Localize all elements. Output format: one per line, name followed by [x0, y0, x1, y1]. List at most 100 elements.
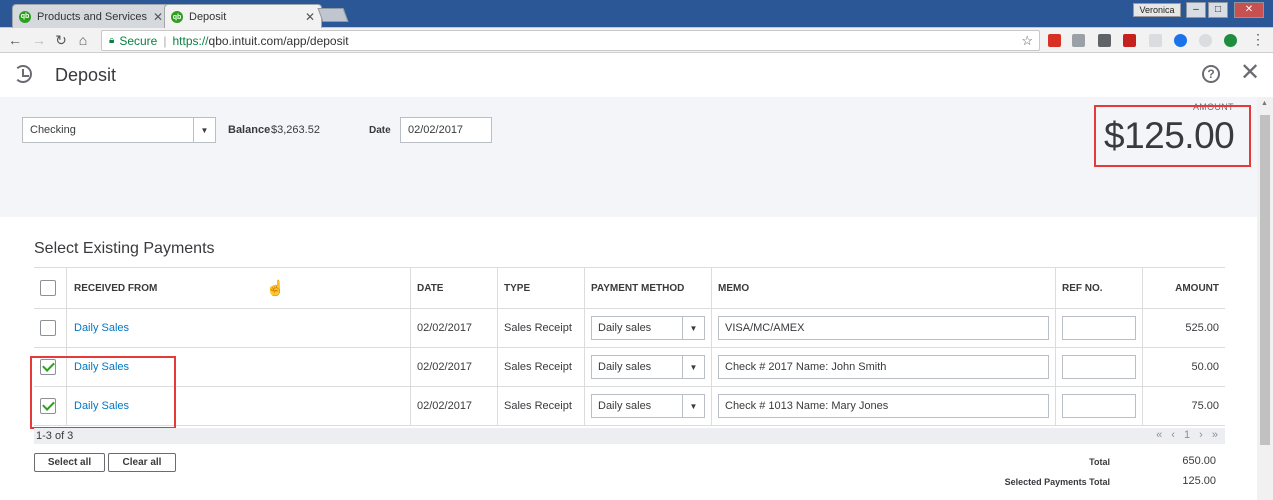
deposit-header-panel: Checking ▼ Balance $3,263.52 Date 02/02/… — [0, 97, 1257, 217]
pager-count: 1-3 of 3 — [36, 430, 74, 442]
col-amount: AMOUNT — [1175, 282, 1219, 294]
table-row: Daily Sales 02/02/2017 Sales Receipt Dai… — [34, 348, 1225, 387]
table-pager: 1-3 of 3 « ‹ 1 › » — [34, 428, 1225, 444]
table-header-row: RECEIVED FROM DATE TYPE PAYMENT METHOD M… — [34, 267, 1225, 309]
table-row: Daily Sales 02/02/2017 Sales Receipt Dai… — [34, 387, 1225, 426]
payment-method-select[interactable]: Daily sales ▼ — [591, 355, 705, 379]
row-date: 02/02/2017 — [417, 400, 473, 412]
menu-icon[interactable]: ⋮ — [1250, 31, 1266, 48]
chevron-down-icon[interactable]: ▼ — [193, 118, 215, 142]
memo-input[interactable]: VISA/MC/AMEX — [718, 316, 1049, 340]
ref-no-input[interactable] — [1062, 394, 1136, 418]
extension-icon[interactable] — [1072, 34, 1085, 47]
secure-label: Secure — [119, 33, 158, 48]
payment-method-select[interactable]: Daily sales ▼ — [591, 316, 705, 340]
url-path: qbo.intuit.com/app/deposit — [208, 33, 349, 48]
row-date: 02/02/2017 — [417, 361, 473, 373]
row-checkbox[interactable] — [40, 320, 56, 336]
scroll-up-icon[interactable]: ▲ — [1261, 100, 1268, 107]
tab-deposit[interactable]: qb Deposit ✕ — [164, 4, 322, 29]
payment-method-value: Daily sales — [598, 361, 652, 373]
scroll-thumb[interactable] — [1260, 115, 1270, 445]
forward-icon[interactable]: → — [31, 32, 47, 48]
received-from-link[interactable]: Daily Sales — [67, 309, 410, 347]
col-ref-no: REF NO. — [1062, 282, 1103, 294]
home-icon[interactable]: ⌂ — [75, 32, 91, 48]
payment-method-select[interactable]: Daily sales ▼ — [591, 394, 705, 418]
extension-icon[interactable] — [1123, 34, 1136, 47]
lock-icon: 🔒︎ — [109, 35, 115, 46]
app-header: Deposit ? ✕ — [0, 53, 1273, 97]
window-close-button[interactable]: ✕ — [1234, 2, 1264, 18]
payment-method-value: Daily sales — [598, 322, 652, 334]
total-label: Total — [1089, 457, 1110, 467]
column-divider — [1142, 267, 1143, 426]
chevron-down-icon[interactable]: ▼ — [682, 395, 704, 417]
column-divider — [584, 267, 585, 426]
column-divider — [497, 267, 498, 426]
ref-no-input[interactable] — [1062, 316, 1136, 340]
row-type: Sales Receipt — [504, 400, 572, 412]
date-input[interactable]: 02/02/2017 — [400, 117, 492, 143]
select-all-checkbox[interactable] — [40, 280, 56, 296]
extension-icon[interactable] — [1098, 34, 1111, 47]
back-icon[interactable]: ← — [7, 32, 23, 48]
col-payment-method: PAYMENT METHOD — [591, 282, 685, 294]
column-divider — [711, 267, 712, 426]
table-row: Daily Sales 02/02/2017 Sales Receipt Dai… — [34, 309, 1225, 348]
account-value: Checking — [30, 124, 76, 136]
help-icon[interactable]: ? — [1202, 65, 1220, 83]
gmail-extension-icon[interactable] — [1048, 34, 1061, 47]
extension-icon[interactable] — [1199, 34, 1212, 47]
clear-all-button[interactable]: Clear all — [108, 453, 176, 472]
pager-nav[interactable]: « ‹ 1 › » — [1156, 429, 1221, 441]
payment-method-value: Daily sales — [598, 400, 652, 412]
col-type: TYPE — [504, 282, 531, 294]
amount-highlight-box — [1094, 105, 1251, 167]
memo-input[interactable]: Check # 1013 Name: Mary Jones — [718, 394, 1049, 418]
column-divider — [1055, 267, 1056, 426]
minimize-button[interactable]: – — [1186, 2, 1206, 18]
history-icon[interactable] — [14, 65, 32, 83]
hand-cursor-icon: ☝ — [266, 280, 285, 297]
profile-button[interactable]: Veronica — [1133, 3, 1181, 17]
memo-input[interactable]: Check # 2017 Name: John Smith — [718, 355, 1049, 379]
section-title: Select Existing Payments — [34, 240, 215, 257]
bookmark-star-icon[interactable]: ☆ — [1021, 33, 1033, 49]
extension-icon[interactable] — [1224, 34, 1237, 47]
close-icon[interactable]: ✕ — [1240, 61, 1260, 85]
row-date: 02/02/2017 — [417, 322, 473, 334]
selected-total-label: Selected Payments Total — [1004, 477, 1110, 487]
column-divider — [410, 267, 411, 426]
tab-label: Deposit — [189, 11, 227, 23]
chevron-down-icon[interactable]: ▼ — [682, 317, 704, 339]
ref-no-input[interactable] — [1062, 355, 1136, 379]
extension-icon[interactable] — [1174, 34, 1187, 47]
quickbooks-icon: qb — [171, 11, 183, 23]
balance-value: $3,263.52 — [271, 124, 320, 136]
row-amount: 525.00 — [1185, 322, 1219, 334]
address-bar: ← → ↻ ⌂ 🔒︎ Secure | https:// qbo.intuit.… — [0, 28, 1273, 53]
row-amount: 50.00 — [1191, 361, 1219, 373]
tab-close-icon[interactable]: ✕ — [305, 10, 315, 24]
account-select[interactable]: Checking ▼ — [22, 117, 216, 143]
tab-label: Products and Services — [37, 10, 148, 23]
new-tab-button[interactable] — [317, 8, 349, 22]
select-all-button[interactable]: Select all — [34, 453, 105, 472]
reload-icon[interactable]: ↻ — [53, 32, 69, 49]
quickbooks-icon: qb — [19, 10, 31, 23]
extension-icon[interactable] — [1149, 34, 1162, 47]
chevron-down-icon[interactable]: ▼ — [682, 356, 704, 378]
maximize-button[interactable]: □ — [1208, 2, 1228, 18]
url-input[interactable]: 🔒︎ Secure | https:// qbo.intuit.com/app/… — [101, 30, 1040, 51]
tab-products-and-services[interactable]: qb Products and Services ✕ — [12, 4, 170, 28]
col-date: DATE — [417, 282, 444, 294]
url-separator: | — [163, 33, 167, 48]
total-value: 650.00 — [1182, 455, 1216, 467]
col-memo: MEMO — [718, 282, 750, 294]
row-type: Sales Receipt — [504, 361, 572, 373]
selected-total-value: 125.00 — [1182, 475, 1216, 487]
row-type: Sales Receipt — [504, 322, 572, 334]
scrollbar[interactable]: ▲ — [1257, 97, 1273, 500]
tab-close-icon[interactable]: ✕ — [153, 10, 163, 24]
